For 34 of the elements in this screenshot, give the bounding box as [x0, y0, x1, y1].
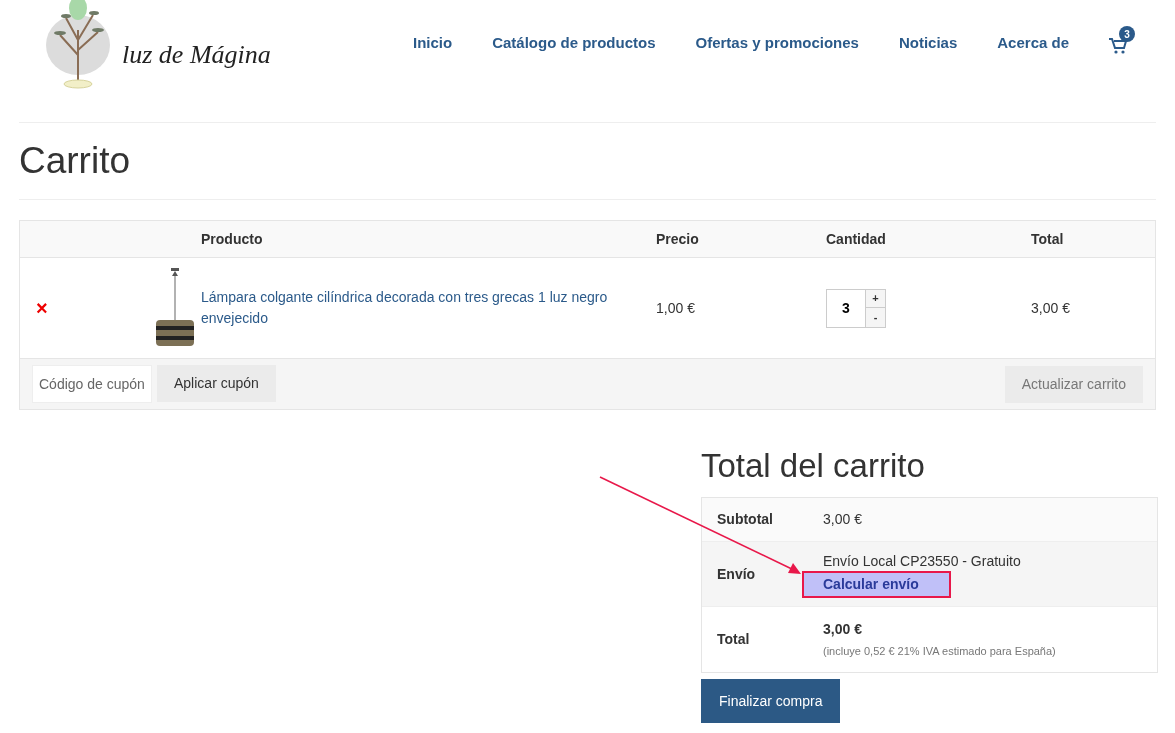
- nav-link[interactable]: Inicio: [413, 31, 453, 54]
- totals-label: Subtotal: [717, 511, 773, 527]
- shipping-method: Envío Local CP23550 - Gratuito: [823, 551, 1021, 571]
- decrement-button[interactable]: -: [866, 307, 886, 328]
- tax-note: (incluye 0,52 € 21% IVA estimado para España): [823, 644, 1056, 657]
- column-header: Producto: [201, 230, 263, 247]
- nav-link[interactable]: Acerca de: [997, 31, 1069, 54]
- nav-link[interactable]: Ofertas y promociones: [695, 31, 859, 54]
- total-amount: 3,00 €: [823, 620, 862, 637]
- nav-link[interactable]: Noticias: [898, 31, 958, 54]
- cart-button[interactable]: 3: [1109, 26, 1137, 54]
- logo-text[interactable]: luz de Mágina: [122, 35, 271, 74]
- remove-item-button[interactable]: ×: [36, 297, 48, 319]
- column-header: Precio: [656, 230, 699, 247]
- apply-coupon-button[interactable]: Aplicar cupón: [157, 365, 276, 402]
- cart-count-badge: 3: [1119, 26, 1135, 42]
- quantity-field[interactable]: 3: [826, 288, 866, 328]
- update-cart-button[interactable]: Actualizar carrito: [1004, 365, 1143, 403]
- page-title: Carrito: [19, 123, 1156, 200]
- coupon-field[interactable]: Código de cupón: [32, 365, 152, 403]
- nav-link[interactable]: Catálogo de productos: [492, 31, 656, 54]
- product-link[interactable]: Lámpara colgante cilíndrica decorada con tres grecas 1 luz negro envejecido: [201, 287, 640, 329]
- column-header: Cantidad: [826, 230, 886, 247]
- cart-totals-title: Total del carrito: [701, 446, 926, 486]
- calculate-shipping-link[interactable]: Calcular envío: [802, 570, 951, 598]
- checkout-button[interactable]: Finalizar compra: [701, 679, 841, 723]
- subtotal-amount: 3,00 €: [823, 511, 862, 527]
- total-cell: 3,00 €: [1031, 299, 1070, 316]
- totals-label: Total: [717, 631, 750, 647]
- totals-label: Envío: [717, 565, 756, 582]
- cart-icon: [1109, 38, 1127, 54]
- price-cell: 1,00 €: [656, 299, 695, 316]
- column-header: Total: [1031, 230, 1064, 247]
- increment-button[interactable]: +: [866, 288, 886, 308]
